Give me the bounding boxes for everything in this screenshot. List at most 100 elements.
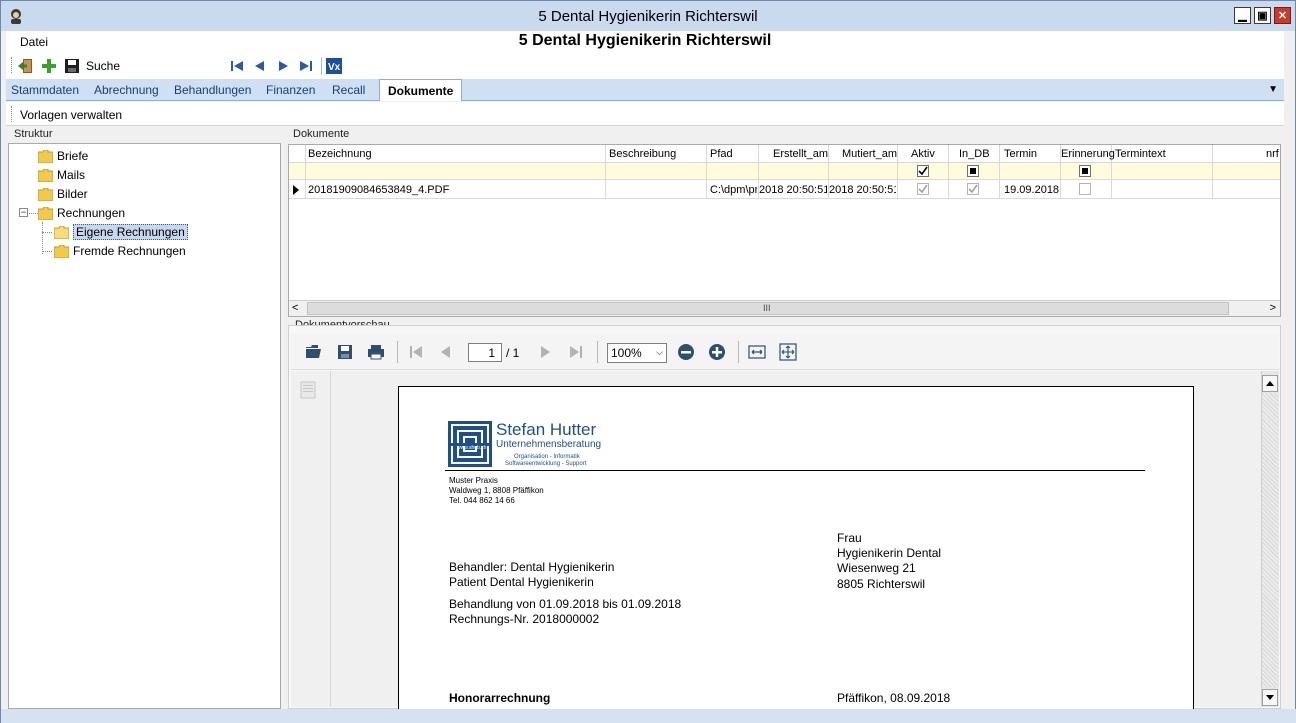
previous-page-icon[interactable] — [437, 343, 455, 361]
cell-pfad[interactable]: C:\dpm\pr — [710, 184, 757, 196]
last-record-icon[interactable] — [298, 58, 314, 74]
tree-item-rechnungen[interactable]: Rechnungen — [38, 204, 125, 222]
tree-label-fremde-rechnungen: Fremde Rechnungen — [73, 244, 186, 258]
previous-record-icon[interactable] — [252, 58, 268, 74]
dokumente-grid[interactable]: Bezeichnung Beschreibung Pfad Erstellt_a… — [288, 144, 1281, 317]
recipient-line-2: Hygienikerin Dental — [837, 546, 942, 560]
tree-label-rechnungen: Rechnungen — [57, 206, 126, 220]
recipient-line-1: Frau — [837, 531, 862, 545]
column-header-nrf[interactable]: nrf — [1266, 148, 1279, 160]
filter-in-db-checkbox[interactable] — [967, 165, 979, 177]
exit-icon[interactable] — [17, 58, 33, 74]
column-header-beschreibung[interactable]: Beschreibung — [609, 148, 676, 160]
folder-icon — [54, 244, 69, 258]
main-toolbar: Suche Vx — [6, 53, 1284, 79]
open-file-icon[interactable] — [305, 343, 323, 361]
vorlagen-verwalten-button[interactable]: Vorlagen verwalten — [20, 108, 122, 122]
tree-item-bilder[interactable]: Bilder — [38, 185, 88, 203]
minimize-icon: ▁ — [1238, 10, 1247, 22]
column-header-mutiert[interactable]: Mutiert_am — [842, 148, 897, 160]
column-header-termintext[interactable]: Termintext — [1115, 148, 1166, 160]
zoom-out-icon[interactable] — [677, 343, 695, 361]
row-aktiv-checkbox[interactable] — [917, 183, 929, 195]
column-header-erstellt[interactable]: Erstellt_am — [773, 148, 828, 160]
next-record-icon[interactable] — [275, 58, 291, 74]
fit-page-icon[interactable] — [779, 343, 797, 361]
tree-item-eigene-rechnungen[interactable]: Eigene Rechnungen — [54, 223, 188, 241]
subtoolbar-grip[interactable] — [11, 106, 13, 122]
tree-item-mails[interactable]: Mails — [38, 166, 85, 184]
application-window: 5 Dental Hygienikerin Richterswil ▁ ▣ ✕ … — [0, 0, 1296, 723]
viewer-vertical-scrollbar[interactable] — [1261, 371, 1279, 707]
scroll-left-icon[interactable]: < — [292, 302, 298, 314]
filter-erinnerung-checkbox[interactable] — [1079, 165, 1091, 177]
toolbar-grip[interactable] — [11, 57, 13, 73]
window-bottom-border — [1, 709, 1296, 723]
column-header-pfad[interactable]: Pfad — [710, 148, 733, 160]
page-number-input[interactable]: 1 — [468, 343, 502, 362]
sender-address: Waldweg 1, 8808 Pfäffikon — [449, 486, 544, 495]
scroll-down-icon[interactable] — [1262, 689, 1278, 706]
column-header-in-db[interactable]: In_DB — [959, 148, 990, 160]
tab-behandlungen[interactable]: Behandlungen — [174, 83, 251, 97]
logo-tagline-2: Softwareentwicklung - Support — [505, 461, 587, 467]
zoom-select[interactable]: 100% ⌵ — [607, 343, 667, 363]
vx-icon[interactable]: Vx — [326, 58, 342, 74]
tab-dokumente[interactable]: Dokumente — [379, 79, 463, 101]
tree-item-briefe[interactable]: Briefe — [38, 147, 88, 165]
first-page-icon[interactable] — [407, 343, 425, 361]
document-viewer[interactable]: www.shub.ch Stefan Hutter Unternehmensbe… — [291, 371, 1279, 716]
column-header-aktiv[interactable]: Aktiv — [911, 148, 935, 160]
grid-horizontal-scrollbar[interactable]: < III > — [289, 300, 1280, 316]
zoom-in-icon[interactable] — [708, 343, 726, 361]
maximize-button[interactable]: ▣ — [1254, 7, 1271, 24]
cell-erstellt[interactable]: 2018 20:50:51 — [759, 184, 827, 196]
row-in-db-checkbox[interactable] — [967, 183, 979, 195]
scroll-right-icon[interactable]: > — [1270, 302, 1276, 314]
search-input[interactable] — [126, 56, 226, 76]
save-file-icon[interactable] — [336, 343, 354, 361]
print-icon[interactable] — [367, 343, 385, 361]
first-record-icon[interactable] — [229, 58, 245, 74]
save-icon[interactable] — [64, 58, 80, 74]
behandlung-line: Behandlung von 01.09.2018 bis 01.09.2018 — [449, 597, 682, 611]
fit-width-icon[interactable] — [748, 343, 766, 361]
column-header-termin[interactable]: Termin — [1004, 148, 1037, 160]
filter-aktiv-checkbox[interactable] — [917, 165, 929, 177]
last-page-icon[interactable] — [567, 343, 585, 361]
column-header-erinnerung[interactable]: Erinnerung — [1061, 148, 1115, 160]
struktur-tree[interactable]: Briefe Mails Bilder − Rechnungen Eigene … — [8, 143, 281, 709]
menu-bar: Datei 5 Dental Hygienikerin Richterswil — [6, 31, 1284, 53]
row-erinnerung-checkbox[interactable] — [1079, 183, 1091, 195]
search-label[interactable]: Suche — [86, 59, 120, 73]
minimize-button[interactable]: ▁ — [1234, 7, 1251, 24]
next-page-icon[interactable] — [536, 343, 554, 361]
title-bar[interactable]: 5 Dental Hygienikerin Richterswil ▁ ▣ ✕ — [1, 1, 1295, 31]
tab-finanzen[interactable]: Finanzen — [266, 83, 315, 97]
tab-dropdown-icon[interactable]: ▼ — [1268, 84, 1278, 95]
tab-bar: Stammdaten Abrechnung Behandlungen Finan… — [6, 79, 1284, 101]
scroll-track[interactable] — [1262, 393, 1278, 687]
tab-recall[interactable]: Recall — [332, 83, 365, 97]
add-icon[interactable] — [41, 58, 57, 74]
place-date: Pfäffikon, 08.09.2018 — [837, 691, 951, 705]
column-header-bezeichnung[interactable]: Bezeichnung — [308, 148, 372, 160]
page-thumbnail-icon[interactable] — [300, 381, 316, 399]
scroll-thumb[interactable]: III — [307, 302, 1229, 315]
tree-label-eigene-rechnungen: Eigene Rechnungen — [73, 224, 188, 240]
tab-abrechnung[interactable]: Abrechnung — [94, 83, 159, 97]
recipient-line-3: Wiesenweg 21 — [837, 561, 916, 575]
scroll-up-icon[interactable] — [1262, 375, 1278, 392]
recipient-line-4: 8805 Richterswil — [837, 577, 926, 591]
close-button[interactable]: ✕ — [1274, 7, 1291, 24]
tree-item-fremde-rechnungen[interactable]: Fremde Rechnungen — [54, 242, 186, 260]
cell-bezeichnung[interactable]: 20181909084653849_4.PDF — [308, 184, 449, 196]
maximize-icon: ▣ — [1257, 10, 1268, 22]
collapse-icon[interactable]: − — [19, 208, 28, 217]
tab-stammdaten[interactable]: Stammdaten — [11, 83, 79, 97]
cell-termin[interactable]: 19.09.2018 — [1004, 184, 1059, 196]
close-icon: ✕ — [1277, 10, 1288, 22]
tree-label-briefe: Briefe — [57, 149, 89, 163]
grid-filter-row[interactable] — [289, 163, 1280, 180]
cell-mutiert[interactable]: 2018 20:50:51 — [829, 184, 896, 196]
